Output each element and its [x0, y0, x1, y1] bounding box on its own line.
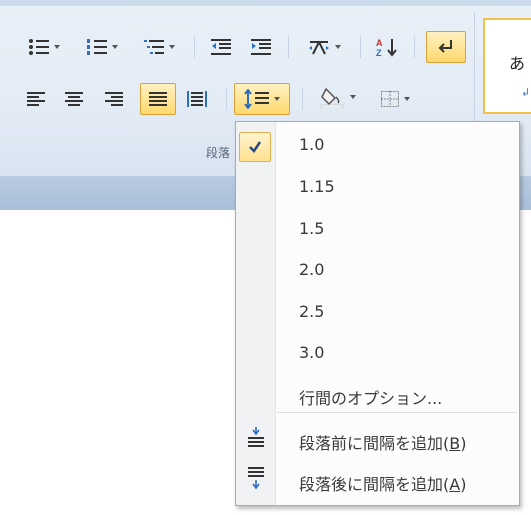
menu-item-label: 1.0: [299, 135, 325, 154]
menu-item-label: 段落前に間隔を追加(B): [299, 434, 467, 453]
align-left-button[interactable]: [22, 86, 50, 112]
menu-separator: [277, 412, 517, 413]
bullets-button[interactable]: [18, 34, 70, 60]
menu-item-spacing-2-5[interactable]: 2.5: [236, 293, 519, 329]
line-spacing-menu: 1.0 1.15 1.5 2.0 2.5 3.0 行間のオプション... 段落前…: [235, 121, 520, 506]
chevron-down-icon[interactable]: [274, 97, 280, 101]
menu-item-label: 1.15: [299, 177, 335, 196]
asian-layout-icon: [309, 41, 329, 55]
menu-item-label: 2.5: [299, 302, 325, 321]
menu-item-label: 行間のオプション...: [299, 389, 443, 408]
paragraph-group-label: 段落: [206, 146, 231, 160]
chevron-down-icon[interactable]: [112, 45, 118, 49]
style-preview-char: あ: [509, 54, 526, 73]
chevron-down-icon[interactable]: [335, 45, 341, 49]
numbering-button[interactable]: [76, 34, 128, 60]
align-right-icon: [105, 92, 123, 106]
menu-item-label: 1.5: [299, 219, 325, 238]
access-key: B: [449, 434, 461, 453]
chevron-down-icon[interactable]: [350, 95, 356, 99]
asian-layout-button[interactable]: [298, 34, 350, 60]
access-key: A: [449, 475, 461, 494]
align-justify-icon: [149, 92, 167, 106]
checkmark-icon: [239, 132, 271, 162]
menu-item-spacing-2-0[interactable]: 2.0: [236, 251, 519, 287]
chevron-down-icon[interactable]: [404, 97, 410, 101]
bullet-list-icon: [29, 39, 49, 55]
toolbar-separator: [302, 88, 303, 110]
chevron-down-icon[interactable]: [54, 45, 60, 49]
multilevel-list-button[interactable]: [134, 34, 184, 60]
increase-indent-button[interactable]: [246, 34, 276, 60]
paragraph-mark-icon: [438, 40, 452, 53]
align-right-button[interactable]: [100, 86, 128, 112]
decrease-indent-button[interactable]: [206, 34, 236, 60]
increase-indent-icon: [251, 39, 271, 55]
menu-item-label: 3.0: [299, 343, 325, 362]
align-distributed-icon: [187, 91, 207, 107]
ribbon-top-edge: [0, 0, 531, 6]
align-center-button[interactable]: [60, 86, 88, 112]
numbered-list-icon: [87, 39, 107, 55]
svg-text:A: A: [376, 38, 383, 48]
toolbar-separator: [288, 36, 289, 58]
menu-item-label: 2.0: [299, 260, 325, 279]
multilevel-list-icon: [144, 40, 164, 54]
line-spacing-icon: [244, 89, 269, 109]
menu-item-spacing-1-15[interactable]: 1.15: [236, 168, 519, 204]
chevron-down-icon[interactable]: [169, 45, 175, 49]
decrease-indent-icon: [211, 39, 231, 55]
toolbar-separator: [360, 36, 361, 58]
sort-button[interactable]: A Z: [370, 34, 404, 60]
toolbar-separator: [194, 36, 195, 58]
svg-text:Z: Z: [376, 48, 382, 57]
show-formatting-marks-button[interactable]: [426, 31, 466, 63]
align-left-icon: [27, 92, 45, 106]
toolbar-separator: [414, 36, 415, 58]
border-grid-icon: [381, 91, 399, 107]
menu-item-line-spacing-options[interactable]: 行間のオプション...: [236, 376, 519, 412]
distributed-button[interactable]: [182, 86, 212, 112]
line-spacing-button[interactable]: [234, 83, 290, 115]
justify-button[interactable]: [140, 83, 176, 115]
paint-bucket-icon: [320, 87, 344, 108]
sort-az-icon: A Z: [376, 38, 397, 57]
menu-item-add-space-after[interactable]: 段落後に間隔を追加(A): [236, 462, 519, 498]
return-mark-icon: ↲: [521, 86, 531, 99]
align-center-icon: [65, 92, 83, 106]
space-before-icon: [248, 427, 264, 447]
menu-item-add-space-before[interactable]: 段落前に間隔を追加(B): [236, 421, 519, 457]
shading-button[interactable]: [312, 84, 364, 110]
space-after-icon: [248, 467, 264, 490]
borders-button[interactable]: [370, 86, 420, 112]
menu-item-label: 段落後に間隔を追加(A): [299, 475, 467, 494]
menu-item-spacing-1-5[interactable]: 1.5: [236, 210, 519, 246]
menu-item-spacing-1-0[interactable]: 1.0: [236, 126, 519, 162]
toolbar-separator: [226, 88, 227, 110]
style-gallery-item[interactable]: あ ↲: [483, 18, 531, 114]
menu-item-spacing-3-0[interactable]: 3.0: [236, 334, 519, 370]
